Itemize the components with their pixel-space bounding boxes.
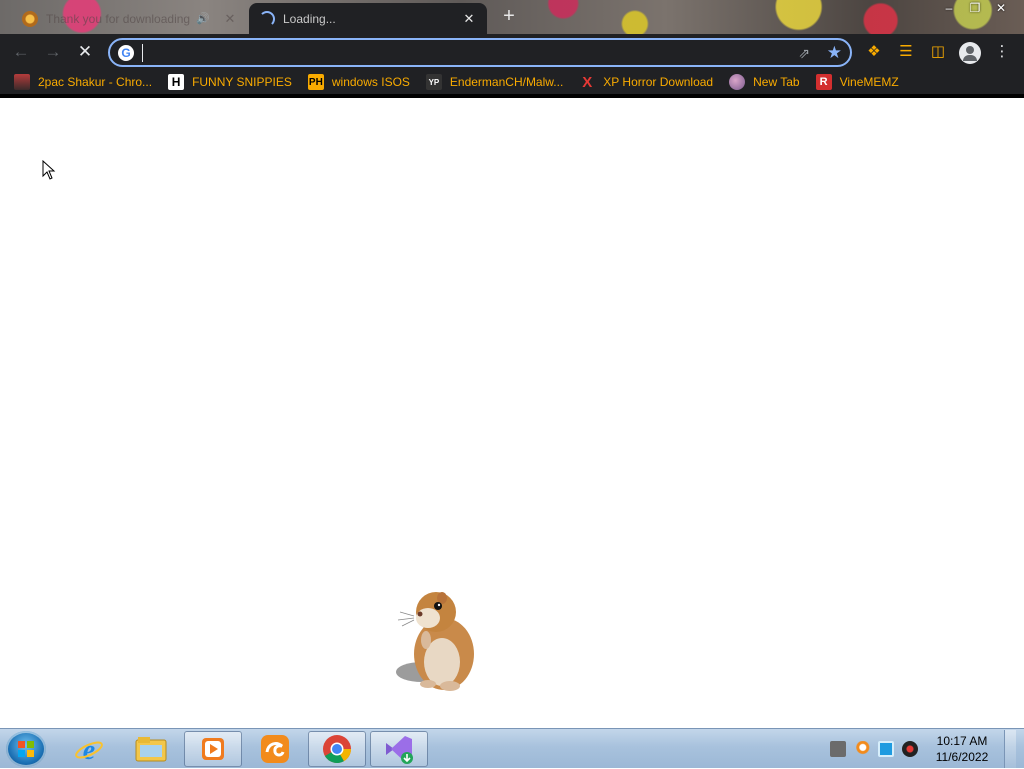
bookmark-label: windows ISOS (331, 75, 410, 89)
svg-text:e: e (83, 735, 95, 764)
bookmarks-bar: 2pac Shakur - Chro... H FUNNY SNIPPIES P… (0, 70, 1024, 98)
clock-date: 11/6/2022 (935, 750, 989, 764)
tab-title: Thank you for downloading (46, 11, 191, 26)
close-tab-icon[interactable]: ✕ (222, 11, 238, 27)
system-tray: 10:17 AM 11/6/2022 (830, 729, 1016, 769)
bookmark-xp-horror[interactable]: X XP Horror Download (579, 70, 721, 94)
bookmark-vinememz[interactable]: R VineMEMZ (815, 70, 907, 94)
bookmark-label: VineMEMZ (839, 75, 899, 89)
action-center-icon[interactable] (830, 741, 846, 757)
loading-spinner-icon (259, 10, 275, 27)
page-content (0, 102, 1024, 728)
clock-time: 10:17 AM (936, 734, 988, 748)
volume-icon[interactable] (902, 741, 918, 757)
mouse-cursor-icon (42, 160, 56, 180)
uc-browser-icon[interactable] (246, 731, 304, 767)
speaker-icon[interactable]: 🔊 (196, 12, 210, 25)
new-tab-button[interactable]: + (497, 6, 521, 28)
share-icon[interactable]: ⇗ (798, 45, 810, 62)
extensions-puzzle-icon[interactable]: ❖ (864, 42, 884, 62)
bookmark-new-tab[interactable]: New Tab (729, 70, 807, 94)
window-controls: – ❐ ✕ (936, 0, 1014, 18)
media-player-icon[interactable] (184, 731, 242, 767)
tab-loading[interactable]: Loading... ✕ (249, 3, 487, 34)
bookmark-endermanch[interactable]: YP EndermanCH/Malw... (425, 70, 571, 94)
tab-title: Loading... (283, 11, 336, 26)
person-photo-icon (14, 74, 30, 90)
start-button[interactable] (6, 731, 46, 767)
google-icon: G (118, 45, 134, 61)
address-bar[interactable]: G ⇗ ★ (108, 38, 852, 67)
file-explorer-icon[interactable] (122, 731, 180, 767)
globe-icon (729, 74, 746, 90)
bookmark-funny-snippies[interactable]: H FUNNY SNIPPIES (168, 70, 300, 94)
media-controls-icon[interactable]: ☰ (896, 42, 916, 62)
bookmark-star-icon[interactable]: ★ (827, 43, 842, 63)
close-tab-icon[interactable]: ✕ (461, 11, 477, 27)
ph-logo-icon: PH (307, 74, 324, 90)
bookmark-label: EndermanCH/Malw... (449, 75, 564, 89)
site-favicon-icon (22, 10, 38, 27)
back-arrow-icon[interactable]: ← (10, 42, 32, 64)
tab-strip: Thank you for downloading 🔊 ✕ Loading...… (0, 0, 1024, 34)
restore-icon[interactable]: ❐ (962, 0, 988, 18)
x-logo-icon: X (582, 73, 593, 91)
bookmark-windows-isos[interactable]: PH windows ISOS (307, 70, 418, 94)
profile-avatar-icon[interactable] (959, 42, 981, 64)
forward-arrow-icon[interactable]: → (42, 42, 64, 64)
internet-explorer-icon[interactable]: e (60, 731, 118, 767)
stop-loading-icon[interactable]: ✕ (74, 42, 96, 64)
bookmark-label: New Tab (753, 75, 800, 89)
side-panel-icon[interactable]: ◫ (928, 42, 948, 62)
menu-kebab-icon[interactable]: ⋮ (992, 42, 1012, 62)
bookmark-label: 2pac Shakur - Chro... (38, 75, 153, 89)
dancing-hamster-image (396, 592, 474, 691)
tab-thank-you[interactable]: Thank you for downloading 🔊 ✕ (12, 3, 248, 34)
windows-taskbar: e 10:17 AM 11/6/2022 (0, 728, 1024, 768)
browser-toolbar: ← → ✕ G ⇗ ★ ❖ ☰ ◫ ⋮ (0, 34, 1024, 70)
bookmark-label: FUNNY SNIPPIES (192, 75, 292, 89)
visual-studio-installer-icon[interactable] (370, 731, 428, 767)
bookmark-label: XP Horror Download (603, 75, 714, 89)
system-clock[interactable]: 10:17 AM 11/6/2022 (926, 733, 998, 765)
address-input[interactable] (142, 44, 782, 62)
minimize-icon[interactable]: – (936, 0, 962, 18)
close-window-icon[interactable]: ✕ (988, 0, 1014, 18)
h-logo-icon: H (168, 74, 185, 90)
network-monitor-icon[interactable] (878, 741, 894, 757)
show-desktop-button[interactable] (1004, 730, 1016, 768)
bookmark-2pac[interactable]: 2pac Shakur - Chro... (14, 70, 160, 94)
chrome-icon[interactable] (308, 731, 366, 767)
search-magnifier-icon[interactable] (854, 741, 870, 757)
r-logo-icon: R (815, 74, 832, 90)
yp-logo-icon: YP (425, 74, 442, 90)
